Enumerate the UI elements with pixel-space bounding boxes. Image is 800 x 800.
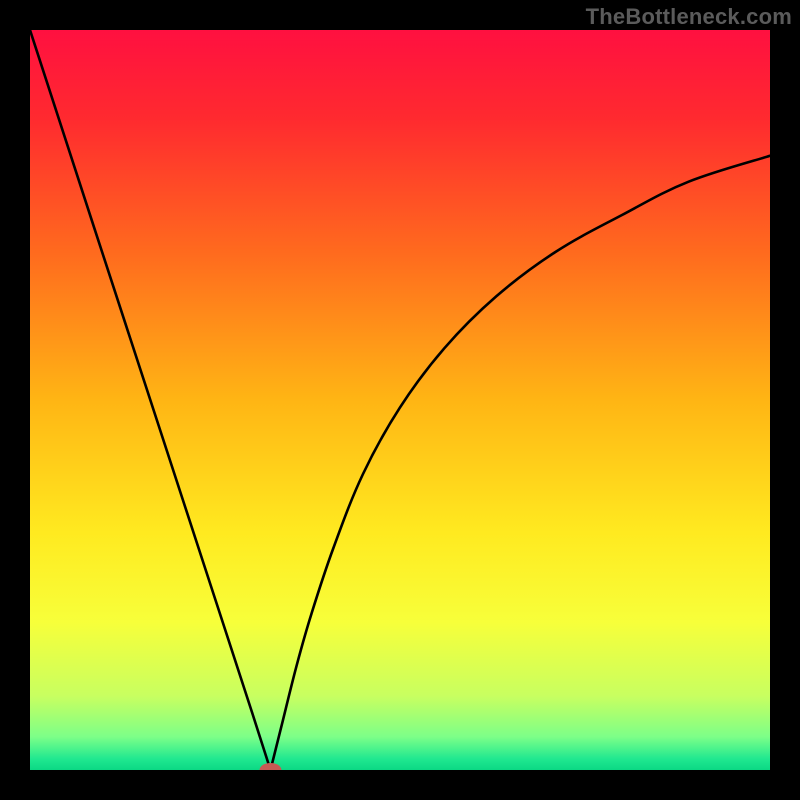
- plot-area: [30, 30, 770, 770]
- gradient-background: [30, 30, 770, 770]
- watermark-text: TheBottleneck.com: [586, 4, 792, 30]
- chart-svg: [30, 30, 770, 770]
- chart-frame: TheBottleneck.com: [0, 0, 800, 800]
